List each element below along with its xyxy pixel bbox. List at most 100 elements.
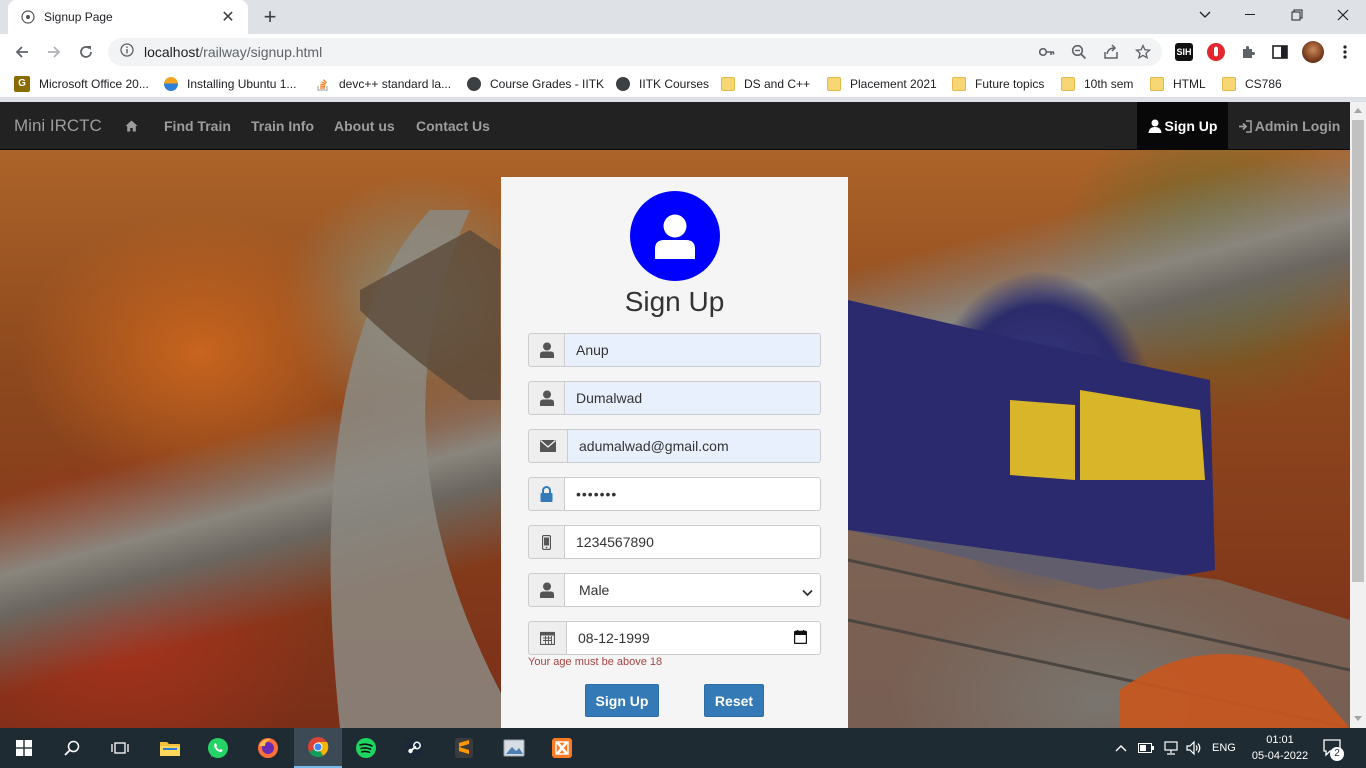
tab-search-icon[interactable] xyxy=(1182,0,1228,30)
bookmark-item[interactable]: G Microsoft Office 20... xyxy=(14,75,149,93)
bookmark-folder[interactable]: Placement 2021 xyxy=(827,75,937,93)
bookmark-label: CS786 xyxy=(1245,77,1282,91)
bookmark-item[interactable]: Course Grades - IITK xyxy=(467,75,604,93)
restore-icon[interactable] xyxy=(1274,0,1320,30)
spotify-icon[interactable] xyxy=(342,728,390,768)
gender-select[interactable]: Male xyxy=(564,573,821,607)
bookmark-folder[interactable]: 10th sem xyxy=(1061,75,1133,93)
bookmarks-bar: G Microsoft Office 20... Installing Ubun… xyxy=(0,70,1366,98)
bookmark-folder[interactable]: DS and C++ xyxy=(721,75,810,93)
task-view-icon[interactable] xyxy=(96,728,144,768)
back-icon[interactable] xyxy=(10,40,34,64)
bookmark-label: DS and C++ xyxy=(744,77,811,91)
stackoverflow-icon xyxy=(316,77,330,91)
first-name-field[interactable] xyxy=(564,333,821,367)
gender-select-wrap: Male xyxy=(564,573,821,607)
windows-start-icon[interactable] xyxy=(0,728,48,768)
nav-signup[interactable]: Sign Up xyxy=(1137,102,1228,150)
browser-tab[interactable]: Signup Page ✕ xyxy=(8,0,248,34)
password-field[interactable] xyxy=(564,477,821,511)
nav-train-info[interactable]: Train Info xyxy=(251,118,314,134)
bookmark-folder[interactable]: Future topics xyxy=(952,75,1044,93)
share-icon[interactable] xyxy=(1102,43,1120,61)
nav-find-train[interactable]: Find Train xyxy=(164,118,231,134)
brand-link[interactable]: Mini IRCTC xyxy=(14,116,102,136)
bookmark-label: IITK Courses xyxy=(639,77,710,91)
xampp-icon[interactable] xyxy=(538,728,586,768)
page-scrollbar[interactable] xyxy=(1350,102,1366,728)
forward-icon[interactable] xyxy=(42,40,66,64)
mobile-phone-icon xyxy=(528,525,564,559)
show-hidden-icons-icon[interactable] xyxy=(1115,728,1127,768)
email-group xyxy=(528,429,821,463)
photos-app-icon[interactable] xyxy=(490,728,538,768)
minimize-icon[interactable] xyxy=(1228,0,1274,30)
search-icon[interactable] xyxy=(48,728,96,768)
nav-admin-login[interactable]: Admin Login xyxy=(1228,102,1350,150)
page-title: Sign Up xyxy=(624,286,725,317)
dob-field[interactable] xyxy=(566,621,821,655)
user-avatar-icon xyxy=(655,214,695,259)
lock-icon xyxy=(528,477,564,511)
phone-field[interactable] xyxy=(564,525,821,559)
sublime-text-icon[interactable] xyxy=(440,728,488,768)
folder-icon xyxy=(1222,77,1236,91)
bookmark-item[interactable]: devc++ standard la... xyxy=(316,75,451,93)
battery-icon[interactable] xyxy=(1138,728,1154,768)
globe-icon xyxy=(616,77,630,91)
signup-card: Sign Up Anup Dumalwad adumalwad@gmail.co… xyxy=(501,177,848,728)
bookmark-label: Future topics xyxy=(975,77,1045,91)
whatsapp-icon[interactable] xyxy=(194,728,242,768)
extensions-puzzle-icon[interactable] xyxy=(1239,43,1257,61)
steam-icon[interactable] xyxy=(390,728,438,768)
signup-submit-button[interactable]: Sign Up xyxy=(585,684,659,717)
volume-icon[interactable] xyxy=(1186,728,1202,768)
address-bar[interactable]: localhost/railway/signup.html xyxy=(108,38,1162,66)
login-icon xyxy=(1238,119,1252,133)
calendar-icon xyxy=(528,621,566,655)
folder-icon xyxy=(1061,77,1075,91)
reload-icon[interactable] xyxy=(74,40,98,64)
bookmark-star-icon[interactable] xyxy=(1134,43,1152,61)
file-explorer-icon[interactable] xyxy=(146,728,194,768)
scroll-up-icon[interactable] xyxy=(1354,108,1362,113)
user-icon xyxy=(528,381,564,415)
tab-close-icon[interactable]: ✕ xyxy=(218,7,238,27)
firefox-icon[interactable] xyxy=(244,728,292,768)
bookmark-folder[interactable]: HTML xyxy=(1150,75,1206,93)
language-indicator[interactable]: ENG xyxy=(1212,728,1236,768)
bookmark-label: devc++ standard la... xyxy=(339,77,452,91)
close-window-icon[interactable] xyxy=(1320,0,1366,30)
last-name-field[interactable] xyxy=(564,381,821,415)
sih-extension-icon[interactable]: SIH xyxy=(1175,43,1193,61)
new-tab-button[interactable]: + xyxy=(258,5,282,29)
reset-button[interactable]: Reset xyxy=(704,684,764,717)
email-field[interactable] xyxy=(567,429,821,463)
bookmark-item[interactable]: Installing Ubuntu 1... xyxy=(164,75,296,93)
bookmark-label: 10th sem xyxy=(1084,77,1134,91)
site-info-icon[interactable] xyxy=(120,42,134,62)
password-key-icon[interactable] xyxy=(1038,43,1056,61)
grammarly-icon: G xyxy=(14,76,30,92)
nav-contact-us[interactable]: Contact Us xyxy=(416,118,490,134)
url-host: localhost xyxy=(144,44,200,60)
scrollbar-thumb[interactable] xyxy=(1352,120,1364,582)
side-panel-icon[interactable] xyxy=(1271,43,1289,61)
scroll-down-icon[interactable] xyxy=(1354,716,1362,721)
network-icon[interactable] xyxy=(1162,728,1180,768)
zoom-icon[interactable] xyxy=(1070,43,1088,61)
folder-icon xyxy=(1150,77,1164,91)
user-icon xyxy=(1148,119,1162,133)
chrome-menu-icon[interactable] xyxy=(1336,43,1354,61)
bookmark-item[interactable]: IITK Courses xyxy=(616,75,709,93)
home-icon[interactable] xyxy=(125,119,138,135)
adblock-extension-icon[interactable] xyxy=(1207,43,1225,61)
system-clock[interactable]: 01:01 05-04-2022 xyxy=(1250,732,1310,764)
date-picker-icon[interactable] xyxy=(793,630,808,649)
bookmark-folder[interactable]: CS786 xyxy=(1222,75,1282,93)
notification-center[interactable]: 2 xyxy=(1322,728,1344,768)
phone-group xyxy=(528,525,821,559)
profile-avatar[interactable] xyxy=(1302,41,1324,63)
chrome-icon[interactable] xyxy=(294,728,342,768)
nav-about-us[interactable]: About us xyxy=(334,118,395,134)
